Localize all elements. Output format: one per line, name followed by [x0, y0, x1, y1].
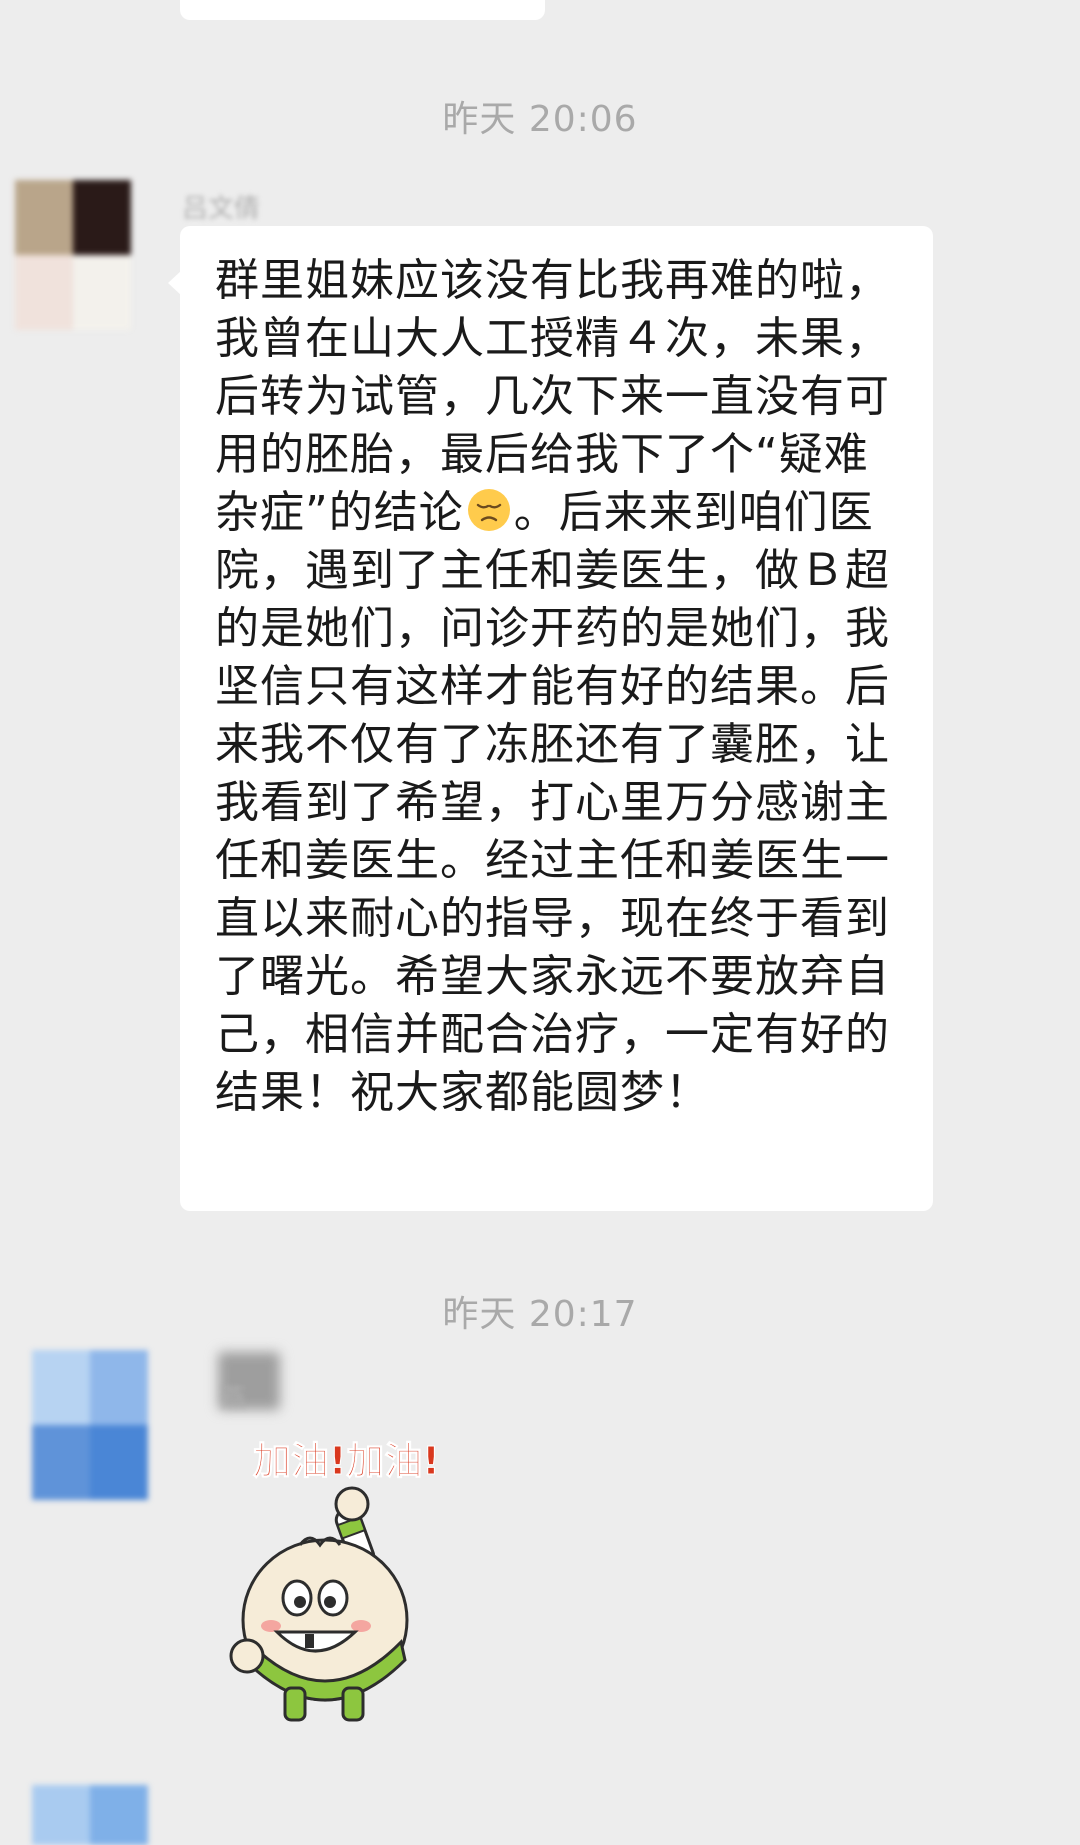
avatar[interactable]: [32, 1350, 148, 1500]
avatar[interactable]: [32, 1785, 148, 1845]
message-text[interactable]: 群里姐妹应该没有比我再难的啦，我曾在山大人工授精４次，未果，后转为试管，几次下来…: [215, 252, 905, 1122]
pensive-face-icon: [466, 487, 512, 533]
avatar[interactable]: [15, 180, 131, 330]
timestamp: 昨天 20:17: [442, 1294, 638, 1335]
timestamp: 昨天 20:06: [442, 99, 638, 140]
message-text-part-2: 。后来来到咱们医院，遇到了主任和姜医生，做Ｂ超的是她们，问诊开药的是她们，我坚信…: [215, 487, 890, 1118]
cheering-bun-sticker[interactable]: 加油!加油!: [205, 1420, 505, 1730]
sender-name: 燕: [220, 1384, 247, 1414]
sticker-caption: 加油!加油!: [253, 1439, 440, 1483]
previous-message-bubble[interactable]: [180, 0, 545, 20]
sender-name: 吕文倩: [182, 194, 261, 224]
